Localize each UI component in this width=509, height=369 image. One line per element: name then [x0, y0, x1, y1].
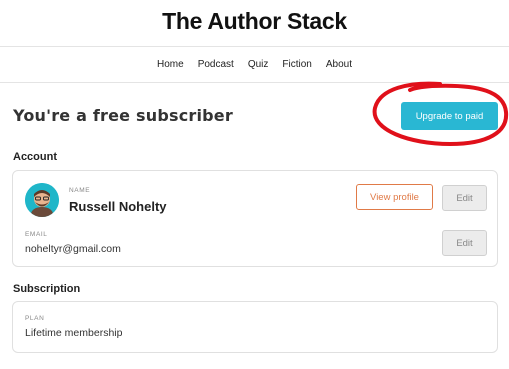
nav-item-about[interactable]: About [326, 59, 352, 70]
subscription-section-title: Subscription [13, 283, 81, 295]
name-value: Russell Nohelty [69, 199, 167, 214]
upgrade-to-paid-button[interactable]: Upgrade to paid [401, 102, 498, 130]
plan-value: Lifetime membership [25, 327, 123, 339]
view-profile-button[interactable]: View profile [356, 184, 433, 210]
edit-name-button[interactable]: Edit [442, 185, 487, 211]
plan-label: PLAN [25, 315, 45, 322]
site-title[interactable]: The Author Stack [0, 8, 509, 35]
avatar [25, 183, 59, 217]
subscriber-status-heading: You're a free subscriber [13, 106, 233, 125]
nav-item-home[interactable]: Home [157, 59, 184, 70]
nav-item-podcast[interactable]: Podcast [198, 59, 234, 70]
account-section-title: Account [13, 151, 57, 163]
account-card: NAME Russell Nohelty View profile Edit E… [12, 170, 498, 267]
email-value: noheltyr@gmail.com [25, 243, 121, 255]
site-header: The Author Stack [0, 0, 509, 47]
subscription-card: PLAN Lifetime membership [12, 301, 498, 353]
nav-item-quiz[interactable]: Quiz [248, 59, 269, 70]
edit-email-button[interactable]: Edit [442, 230, 487, 256]
nav-item-fiction[interactable]: Fiction [282, 59, 311, 70]
name-label: NAME [69, 187, 91, 194]
email-label: EMAIL [25, 231, 48, 238]
main-nav: Home Podcast Quiz Fiction About [0, 47, 509, 83]
